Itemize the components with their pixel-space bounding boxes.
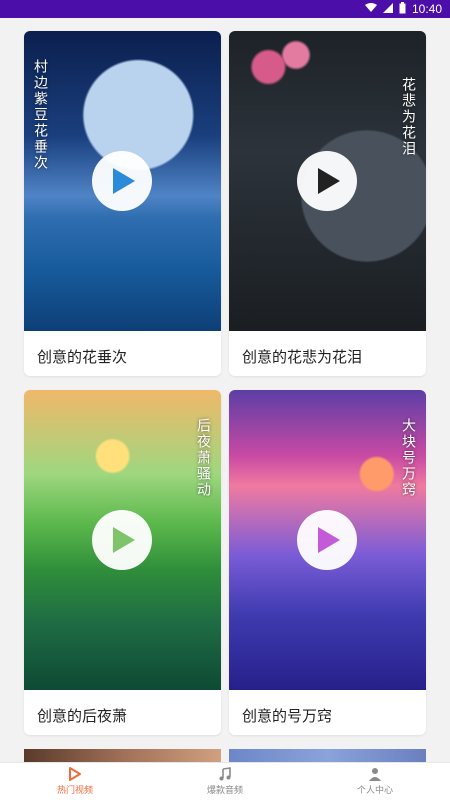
video-title[interactable]: 创意的花垂次 bbox=[37, 346, 127, 367]
video-thumbnail[interactable]: 后夜萧骚动 bbox=[24, 390, 221, 690]
nav-label: 个人中心 bbox=[356, 786, 393, 796]
user-icon bbox=[369, 768, 381, 781]
video-thumbnail[interactable]: 村边紫豆花垂次 bbox=[24, 31, 221, 331]
wifi-icon bbox=[364, 2, 377, 16]
thumbnail-overlay-text: 花悲为花泪 bbox=[400, 77, 416, 157]
thumbnail-overlay-text: 大块号万窍 bbox=[400, 418, 416, 498]
music-note-icon bbox=[219, 767, 231, 781]
play-button[interactable] bbox=[297, 151, 357, 211]
nav-item-hot-audio[interactable]: 爆款音频 bbox=[150, 763, 300, 800]
play-button[interactable] bbox=[92, 510, 152, 570]
play-button[interactable] bbox=[297, 510, 357, 570]
nav-label: 爆款音频 bbox=[206, 786, 243, 796]
video-title[interactable]: 创意的后夜萧 bbox=[37, 705, 127, 726]
battery-icon bbox=[399, 1, 406, 17]
status-icons: 10:40 bbox=[364, 1, 442, 17]
play-icon bbox=[318, 527, 340, 553]
thumbnail-overlay-text: 后夜萧骚动 bbox=[195, 418, 211, 498]
bottom-nav: 热门视频 爆款音频 个人中心 bbox=[0, 762, 450, 800]
video-card[interactable]: 后夜萧骚动 创意的后夜萧 bbox=[24, 390, 221, 735]
status-time: 10:40 bbox=[411, 2, 442, 16]
video-thumbnail[interactable]: 大块号万窍 bbox=[229, 390, 426, 690]
thumbnail-overlay-text: 村边紫豆花垂次 bbox=[32, 59, 48, 171]
video-title[interactable]: 创意的号万窍 bbox=[242, 705, 332, 726]
video-card[interactable]: 花悲为花泪 创意的花悲为花泪 bbox=[229, 31, 426, 376]
nav-item-profile[interactable]: 个人中心 bbox=[300, 763, 450, 800]
video-card-partial[interactable] bbox=[24, 749, 221, 762]
status-bar: 10:40 bbox=[0, 0, 450, 18]
nav-label: 热门视频 bbox=[56, 786, 93, 796]
play-icon bbox=[318, 168, 340, 194]
play-button[interactable] bbox=[92, 151, 152, 211]
video-card[interactable]: 大块号万窍 创意的号万窍 bbox=[229, 390, 426, 735]
play-icon bbox=[69, 767, 81, 781]
signal-icon bbox=[382, 2, 393, 16]
video-card[interactable]: 村边紫豆花垂次 创意的花垂次 bbox=[24, 31, 221, 376]
play-icon bbox=[113, 527, 135, 553]
play-icon bbox=[113, 168, 135, 194]
video-title[interactable]: 创意的花悲为花泪 bbox=[242, 346, 362, 367]
nav-item-hot-videos[interactable]: 热门视频 bbox=[0, 763, 150, 800]
video-feed[interactable]: 村边紫豆花垂次 创意的花垂次 花悲为花泪 创意的花悲为花泪 后夜萧骚动 创意的后… bbox=[0, 18, 450, 762]
video-card-partial[interactable] bbox=[229, 749, 426, 762]
video-thumbnail[interactable]: 花悲为花泪 bbox=[229, 31, 426, 331]
